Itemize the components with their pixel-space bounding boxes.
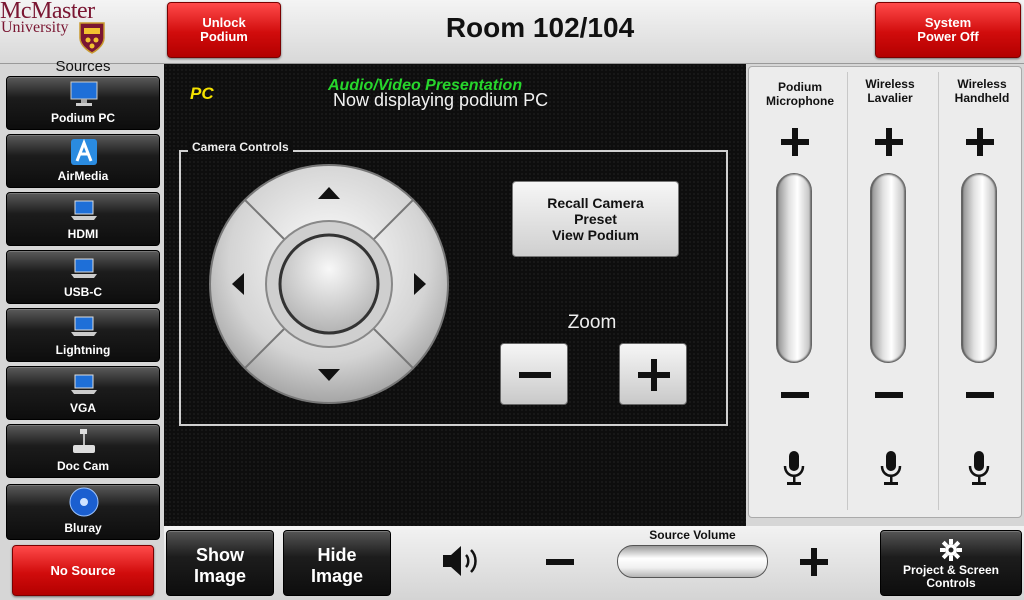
channel-title-line1: Podium bbox=[778, 80, 822, 94]
source-volume-slider[interactable] bbox=[617, 545, 768, 578]
channel-title-line2: Microphone bbox=[766, 94, 834, 108]
source-label: Doc Cam bbox=[56, 459, 109, 473]
recall-camera-preset-button[interactable]: Recall Camera Preset View Podium bbox=[512, 181, 679, 257]
handheld-volume-down-button[interactable] bbox=[964, 383, 996, 407]
channel-title-line2: Handheld bbox=[954, 91, 1010, 105]
source-podium-pc-button[interactable]: Podium PC bbox=[6, 76, 160, 130]
handheld-volume-up-button[interactable] bbox=[964, 126, 996, 158]
gear-icon bbox=[940, 539, 962, 561]
show-image-line1: Show bbox=[196, 545, 244, 565]
laptop-icon bbox=[71, 316, 97, 336]
source-label: VGA bbox=[69, 401, 96, 415]
podium-mic-mute-microphone-icon[interactable] bbox=[783, 450, 805, 486]
hide-image-button[interactable]: Hide Image bbox=[283, 530, 391, 596]
hide-image-line1: Hide bbox=[317, 545, 357, 565]
podium-mic-volume-slider[interactable] bbox=[776, 173, 812, 363]
handheld-volume-slider[interactable] bbox=[961, 173, 997, 363]
laptop-icon bbox=[71, 374, 97, 394]
unlock-label-line2: Podium bbox=[200, 29, 248, 44]
crest-icon bbox=[79, 22, 105, 54]
source-usb-c-button[interactable]: USB-C bbox=[6, 250, 160, 304]
source-vga-button[interactable]: VGA bbox=[6, 366, 160, 420]
lavalier-volume-slider[interactable] bbox=[870, 173, 906, 363]
no-source-label: No Source bbox=[50, 562, 116, 578]
active-source-tag: PC bbox=[190, 84, 214, 103]
channel-title-wireless-lavalier: Wireless Lavalier bbox=[845, 77, 935, 105]
zoom-label: Zoom bbox=[567, 312, 617, 333]
source-airmedia-button[interactable]: AirMedia bbox=[6, 134, 160, 188]
channel-title-wireless-handheld: Wireless Handheld bbox=[937, 77, 1024, 105]
power-label-line1: System bbox=[924, 15, 972, 30]
sources-heading: Sources bbox=[55, 58, 111, 75]
zoom-out-button[interactable] bbox=[500, 343, 568, 405]
channel-title-podium-microphone: Podium Microphone bbox=[755, 80, 845, 108]
project-screen-controls-button[interactable]: Project & Screen Controls bbox=[880, 530, 1022, 596]
lavalier-volume-up-button[interactable] bbox=[873, 126, 905, 158]
source-label: AirMedia bbox=[57, 169, 109, 183]
source-label: HDMI bbox=[67, 227, 99, 241]
university-logo: McMaster University bbox=[0, 0, 110, 58]
source-label: USB-C bbox=[64, 285, 102, 299]
project-label-line2: Controls bbox=[926, 576, 976, 590]
zoom-in-button[interactable] bbox=[619, 343, 687, 405]
monitor-icon bbox=[70, 81, 98, 106]
source-doc-cam-button[interactable]: Doc Cam bbox=[6, 424, 160, 478]
podium-mic-volume-up-button[interactable] bbox=[779, 126, 811, 158]
laptop-icon bbox=[71, 200, 97, 220]
speaker-mute-icon[interactable] bbox=[441, 544, 481, 578]
bluray-icon bbox=[69, 487, 99, 517]
unlock-podium-button[interactable]: Unlock Podium bbox=[167, 2, 281, 58]
channel-divider bbox=[938, 72, 939, 510]
power-label-line2: Power Off bbox=[917, 29, 979, 44]
recall-line3: View Podium bbox=[552, 227, 639, 243]
system-power-off-button[interactable]: System Power Off bbox=[875, 2, 1021, 58]
source-volume-up-button[interactable] bbox=[797, 545, 831, 579]
unlock-label-line1: Unlock bbox=[202, 15, 246, 30]
channel-divider bbox=[847, 72, 848, 510]
hide-image-line2: Image bbox=[310, 566, 364, 586]
minus-icon bbox=[519, 372, 551, 378]
document-camera-icon bbox=[73, 429, 95, 453]
camera-dpad bbox=[209, 164, 449, 404]
recall-line2: Preset bbox=[574, 211, 617, 227]
display-status-text: Now displaying podium PC bbox=[333, 90, 549, 110]
source-volume-down-button[interactable] bbox=[543, 550, 577, 574]
logo-wordmark-line2: University bbox=[1, 19, 69, 36]
show-image-button[interactable]: Show Image bbox=[166, 530, 274, 596]
channel-title-line1: Wireless bbox=[865, 77, 915, 91]
source-volume-label: Source Volume bbox=[649, 528, 736, 542]
lavalier-volume-down-button[interactable] bbox=[873, 383, 905, 407]
source-label: Lightning bbox=[55, 343, 111, 357]
airmedia-icon bbox=[71, 139, 97, 165]
recall-line1: Recall Camera bbox=[547, 195, 644, 211]
channel-title-line1: Wireless bbox=[957, 77, 1007, 91]
lavalier-mute-microphone-icon[interactable] bbox=[880, 450, 902, 486]
handheld-mute-microphone-icon[interactable] bbox=[968, 450, 990, 486]
source-label: Podium PC bbox=[50, 111, 115, 125]
channel-title-line2: Lavalier bbox=[867, 91, 913, 105]
source-bluray-button[interactable]: Bluray bbox=[6, 484, 160, 540]
source-label: Bluray bbox=[64, 521, 102, 535]
source-lightning-button[interactable]: Lightning bbox=[6, 308, 160, 362]
show-image-line2: Image bbox=[193, 566, 247, 586]
podium-mic-volume-down-button[interactable] bbox=[779, 383, 811, 407]
camera-center-button[interactable] bbox=[265, 220, 393, 348]
no-source-button[interactable]: No Source bbox=[12, 545, 154, 596]
page-title: Room 102/104 bbox=[445, 12, 635, 43]
camera-controls-legend: Camera Controls bbox=[188, 140, 293, 154]
laptop-icon bbox=[71, 258, 97, 278]
source-hdmi-button[interactable]: HDMI bbox=[6, 192, 160, 246]
plus-icon bbox=[638, 359, 670, 391]
